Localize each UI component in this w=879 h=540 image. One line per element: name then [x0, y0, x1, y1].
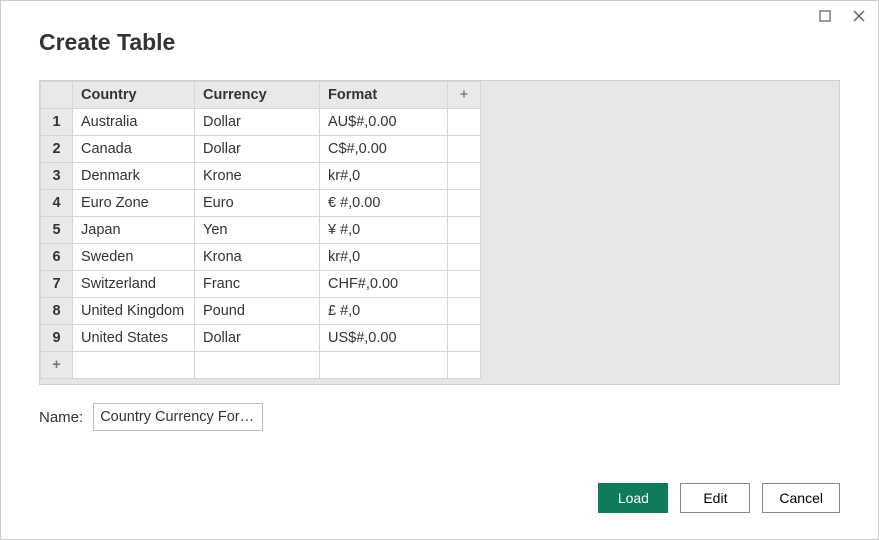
column-header-currency[interactable]: Currency — [195, 82, 320, 109]
cell-country[interactable]: Japan — [73, 217, 195, 244]
cell-currency[interactable]: Krona — [195, 244, 320, 271]
table-row[interactable]: 1AustraliaDollarAU$#,0.00 — [41, 109, 481, 136]
row-number: 6 — [41, 244, 73, 271]
add-row-mark[interactable]: + — [41, 352, 73, 379]
cell-format[interactable]: kr#,0 — [320, 163, 448, 190]
cell-currency[interactable]: Dollar — [195, 136, 320, 163]
table-row[interactable]: 8United KingdomPound£ #,0 — [41, 298, 481, 325]
cell-country[interactable]: Australia — [73, 109, 195, 136]
cell-currency[interactable]: Dollar — [195, 109, 320, 136]
name-label: Name: — [39, 409, 83, 426]
corner-cell — [41, 82, 73, 109]
row-number: 3 — [41, 163, 73, 190]
row-number: 5 — [41, 217, 73, 244]
cell-empty — [448, 298, 481, 325]
cell-format[interactable]: US$#,0.00 — [320, 325, 448, 352]
close-icon[interactable] — [852, 9, 866, 23]
row-number: 2 — [41, 136, 73, 163]
cell-currency[interactable]: Euro — [195, 190, 320, 217]
create-table-dialog: Create Table Country Currency Format + 1… — [0, 0, 879, 540]
cell-format[interactable]: CHF#,0.00 — [320, 271, 448, 298]
table-row[interactable]: 6SwedenKronakr#,0 — [41, 244, 481, 271]
cell-currency[interactable]: Krone — [195, 163, 320, 190]
cell-empty — [448, 109, 481, 136]
maximize-icon[interactable] — [818, 9, 832, 23]
table-container: Country Currency Format + 1AustraliaDoll… — [39, 80, 840, 385]
cell-format[interactable]: £ #,0 — [320, 298, 448, 325]
add-row-button[interactable]: + — [41, 352, 481, 379]
row-number: 4 — [41, 190, 73, 217]
cell-empty — [448, 217, 481, 244]
row-number: 9 — [41, 325, 73, 352]
cell-country[interactable]: Canada — [73, 136, 195, 163]
cell-currency[interactable]: Yen — [195, 217, 320, 244]
table-row[interactable]: 5JapanYen¥ #,0 — [41, 217, 481, 244]
cell-empty — [448, 325, 481, 352]
name-input[interactable] — [93, 403, 263, 431]
table-row[interactable]: 4Euro ZoneEuro€ #,0.00 — [41, 190, 481, 217]
row-number: 7 — [41, 271, 73, 298]
table-row[interactable]: 3DenmarkKronekr#,0 — [41, 163, 481, 190]
cell-currency[interactable]: Pound — [195, 298, 320, 325]
cell-country[interactable]: Euro Zone — [73, 190, 195, 217]
cell-country[interactable]: Sweden — [73, 244, 195, 271]
cancel-button[interactable]: Cancel — [762, 483, 840, 513]
dialog-title: Create Table — [1, 1, 878, 56]
edit-button[interactable]: Edit — [680, 483, 750, 513]
cell-currency[interactable]: Dollar — [195, 325, 320, 352]
column-header-country[interactable]: Country — [73, 82, 195, 109]
cell-empty — [448, 244, 481, 271]
data-table[interactable]: Country Currency Format + 1AustraliaDoll… — [40, 81, 481, 379]
cell-country[interactable]: United Kingdom — [73, 298, 195, 325]
cell-format[interactable]: € #,0.00 — [320, 190, 448, 217]
add-column-button[interactable]: + — [448, 82, 481, 109]
cell-country[interactable]: United States — [73, 325, 195, 352]
table-row[interactable]: 9United StatesDollarUS$#,0.00 — [41, 325, 481, 352]
cell-format[interactable]: kr#,0 — [320, 244, 448, 271]
cell-empty — [448, 163, 481, 190]
cell-country[interactable]: Denmark — [73, 163, 195, 190]
cell-empty — [448, 136, 481, 163]
cell-format[interactable]: C$#,0.00 — [320, 136, 448, 163]
cell-format[interactable]: AU$#,0.00 — [320, 109, 448, 136]
cell-currency[interactable]: Franc — [195, 271, 320, 298]
row-number: 1 — [41, 109, 73, 136]
load-button[interactable]: Load — [598, 483, 668, 513]
cell-country[interactable]: Switzerland — [73, 271, 195, 298]
row-number: 8 — [41, 298, 73, 325]
cell-format[interactable]: ¥ #,0 — [320, 217, 448, 244]
cell-empty — [448, 190, 481, 217]
cell-empty — [448, 271, 481, 298]
table-row[interactable]: 7SwitzerlandFrancCHF#,0.00 — [41, 271, 481, 298]
table-row[interactable]: 2CanadaDollarC$#,0.00 — [41, 136, 481, 163]
column-header-format[interactable]: Format — [320, 82, 448, 109]
